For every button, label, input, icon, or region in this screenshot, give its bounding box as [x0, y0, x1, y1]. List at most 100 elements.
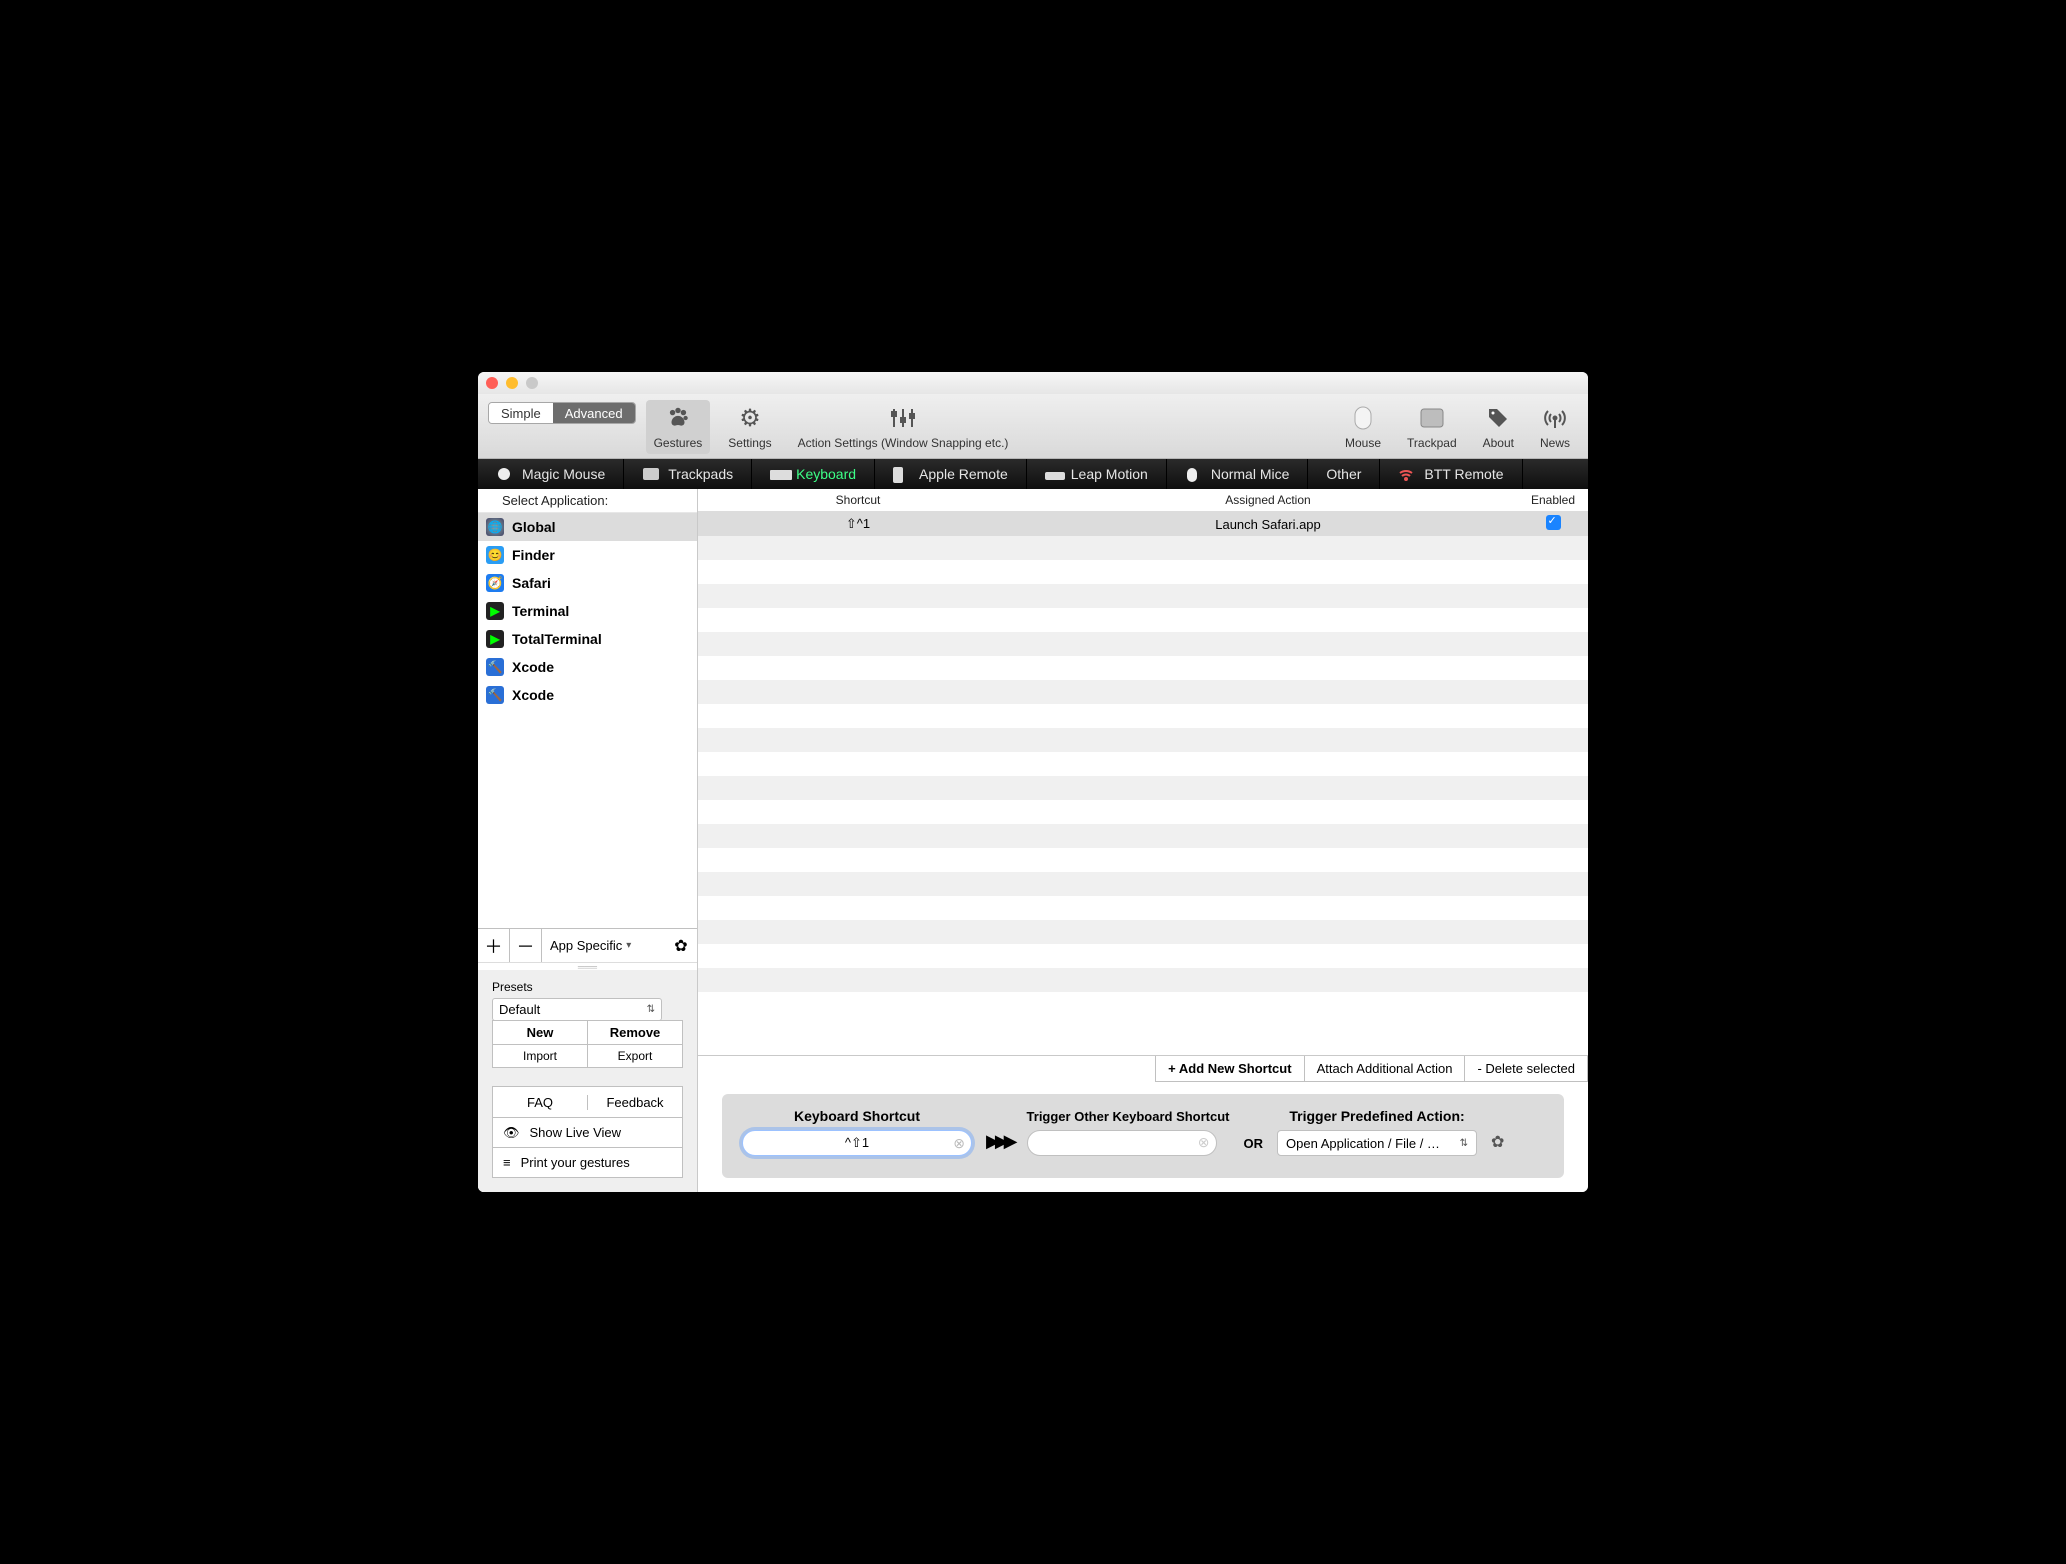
tab-keyboard[interactable]: Keyboard — [752, 459, 875, 489]
remove-app-button[interactable]: － — [510, 929, 542, 962]
tab-label: Trackpads — [668, 466, 733, 482]
add-app-button[interactable]: ＋ — [478, 929, 510, 962]
tab-label: Keyboard — [796, 466, 856, 482]
app-item-totalterminal[interactable]: ▶TotalTerminal — [478, 625, 697, 653]
toolbar-label: Trackpad — [1407, 436, 1457, 450]
toolbar-label: Mouse — [1345, 436, 1381, 450]
ks-value: ^⇧1 — [845, 1135, 869, 1151]
enabled-checkbox[interactable] — [1546, 515, 1561, 530]
toolbar-label: Settings — [728, 436, 771, 450]
tab-trackpads[interactable]: Trackpads — [624, 459, 752, 489]
clear-icon[interactable]: ⊗ — [1198, 1134, 1210, 1151]
tab-label: Magic Mouse — [522, 466, 605, 482]
toolbar-trackpad[interactable]: Trackpad — [1399, 400, 1465, 454]
mouse-icon — [1353, 404, 1373, 432]
app-list: 🌐Global 😊Finder 🧭Safari ▶Terminal ▶Total… — [478, 513, 697, 928]
sidebar-gear[interactable]: ✿ — [665, 936, 697, 956]
toolbar-gestures[interactable]: Gestures — [646, 400, 711, 454]
chevron-updown-icon: ⇅ — [1460, 1138, 1468, 1149]
globe-icon: 🌐 — [486, 518, 504, 536]
mode-simple[interactable]: Simple — [489, 403, 553, 423]
window-controls — [486, 377, 538, 389]
app-label: Global — [512, 519, 556, 535]
links-box: FAQ Feedback 👁Show Live View ≡ Print your… — [492, 1086, 683, 1178]
col-action[interactable]: Assigned Action — [1018, 489, 1518, 511]
tab-magic-mouse[interactable]: Magic Mouse — [478, 459, 624, 489]
add-shortcut-button[interactable]: + Add New Shortcut — [1155, 1056, 1304, 1082]
link-label: Print your gestures — [521, 1155, 630, 1170]
finder-icon: 😊 — [486, 546, 504, 564]
tab-normal-mice[interactable]: Normal Mice — [1167, 459, 1309, 489]
predefined-action-select[interactable]: Open Application / File / … ⇅ — [1277, 1130, 1477, 1156]
faq-button[interactable]: FAQ — [493, 1095, 587, 1110]
toolbar-news[interactable]: News — [1532, 400, 1578, 454]
app-label: Terminal — [512, 603, 569, 619]
column-headers: Shortcut Assigned Action Enabled — [698, 489, 1588, 512]
or-label: OR — [1244, 1136, 1264, 1156]
mode-advanced[interactable]: Advanced — [553, 403, 635, 423]
sidebar-lower: Presets Default ⇅ New Remove Import Expo… — [478, 970, 697, 1192]
sidebar-tools: ＋ － App Specific ▾ ✿ — [478, 928, 697, 962]
app-item-finder[interactable]: 😊 Finder — [478, 541, 697, 569]
col-shortcut[interactable]: Shortcut — [698, 489, 1018, 511]
row-shortcut: ⇧^1 — [698, 516, 1018, 532]
arrows-icon: ▶▶▶ — [986, 1131, 1013, 1156]
shortcut-row[interactable]: ⇧^1 Launch Safari.app — [698, 512, 1588, 536]
toolbar-settings[interactable]: ⚙︎ Settings — [720, 400, 779, 454]
zoom-icon[interactable] — [526, 377, 538, 389]
app-label: Xcode — [512, 659, 554, 675]
list-icon: ≡ — [503, 1155, 511, 1170]
clear-icon[interactable]: ⊗ — [953, 1135, 965, 1152]
tab-apple-remote[interactable]: Apple Remote — [875, 459, 1027, 489]
preset-remove-button[interactable]: Remove — [587, 1020, 683, 1045]
tab-other[interactable]: Other — [1308, 459, 1380, 489]
minimize-icon[interactable] — [506, 377, 518, 389]
remote-icon — [893, 467, 911, 481]
terminal-icon: ▶ — [486, 630, 504, 648]
main-area: Select Application: 🌐Global 😊Finder 🧭Saf… — [478, 489, 1588, 1192]
xcode-icon: 🔨 — [486, 658, 504, 676]
app-label: Finder — [512, 547, 555, 563]
preset-import-button[interactable]: Import — [492, 1045, 587, 1068]
feedback-button[interactable]: Feedback — [587, 1095, 682, 1110]
app-specific-dropdown[interactable]: App Specific ▾ — [542, 938, 665, 953]
toolbar-label: Gestures — [654, 436, 703, 450]
trigger-other-title: Trigger Other Keyboard Shortcut — [1027, 1109, 1230, 1124]
toolbar-mouse[interactable]: Mouse — [1337, 400, 1389, 454]
toolbar: Simple Advanced Gestures ⚙︎ Settings Act… — [478, 394, 1588, 459]
dropdown-label: App Specific — [550, 938, 622, 953]
preset-value: Default — [499, 1002, 540, 1017]
toolbar-action-settings[interactable]: Action Settings (Window Snapping etc.) — [790, 400, 1017, 454]
app-item-safari[interactable]: 🧭Safari — [478, 569, 697, 597]
tab-label: Leap Motion — [1071, 466, 1148, 482]
preset-select[interactable]: Default ⇅ — [492, 998, 662, 1021]
trigger-shortcut-field[interactable]: ⊗ — [1027, 1130, 1217, 1156]
tab-leap-motion[interactable]: Leap Motion — [1027, 459, 1167, 489]
delete-selected-button[interactable]: - Delete selected — [1464, 1056, 1588, 1082]
tab-label: BTT Remote — [1424, 466, 1503, 482]
attach-action-button[interactable]: Attach Additional Action — [1304, 1056, 1466, 1082]
shortcut-rows: ⇧^1 Launch Safari.app — [698, 512, 1588, 1055]
app-item-global[interactable]: 🌐 Global — [478, 513, 697, 541]
leap-icon — [1045, 467, 1063, 481]
app-item-terminal[interactable]: ▶Terminal — [478, 597, 697, 625]
app-label: Safari — [512, 575, 551, 591]
live-view-button[interactable]: 👁Show Live View — [493, 1125, 631, 1141]
action-gear[interactable]: ✿ — [1491, 1132, 1504, 1156]
print-gestures-button[interactable]: ≡ Print your gestures — [493, 1155, 640, 1170]
col-enabled[interactable]: Enabled — [1518, 489, 1588, 511]
mouse-icon — [1185, 467, 1203, 481]
trackpad-icon — [1420, 404, 1444, 432]
app-item-xcode[interactable]: 🔨 Xcode — [478, 653, 697, 681]
tab-btt-remote[interactable]: BTT Remote — [1380, 459, 1522, 489]
keyboard-icon — [770, 467, 788, 481]
keyboard-shortcut-field[interactable]: ^⇧1 ⊗ — [742, 1130, 972, 1156]
preset-export-button[interactable]: Export — [587, 1045, 683, 1068]
action-bar: + Add New Shortcut Attach Additional Act… — [698, 1055, 1588, 1082]
resize-grip[interactable]: ═══ — [478, 962, 697, 970]
app-item-xcode[interactable]: 🔨Xcode — [478, 681, 697, 709]
preset-new-button[interactable]: New — [492, 1020, 587, 1045]
toolbar-about[interactable]: About — [1475, 400, 1522, 454]
mode-segmented[interactable]: Simple Advanced — [488, 402, 636, 424]
close-icon[interactable] — [486, 377, 498, 389]
